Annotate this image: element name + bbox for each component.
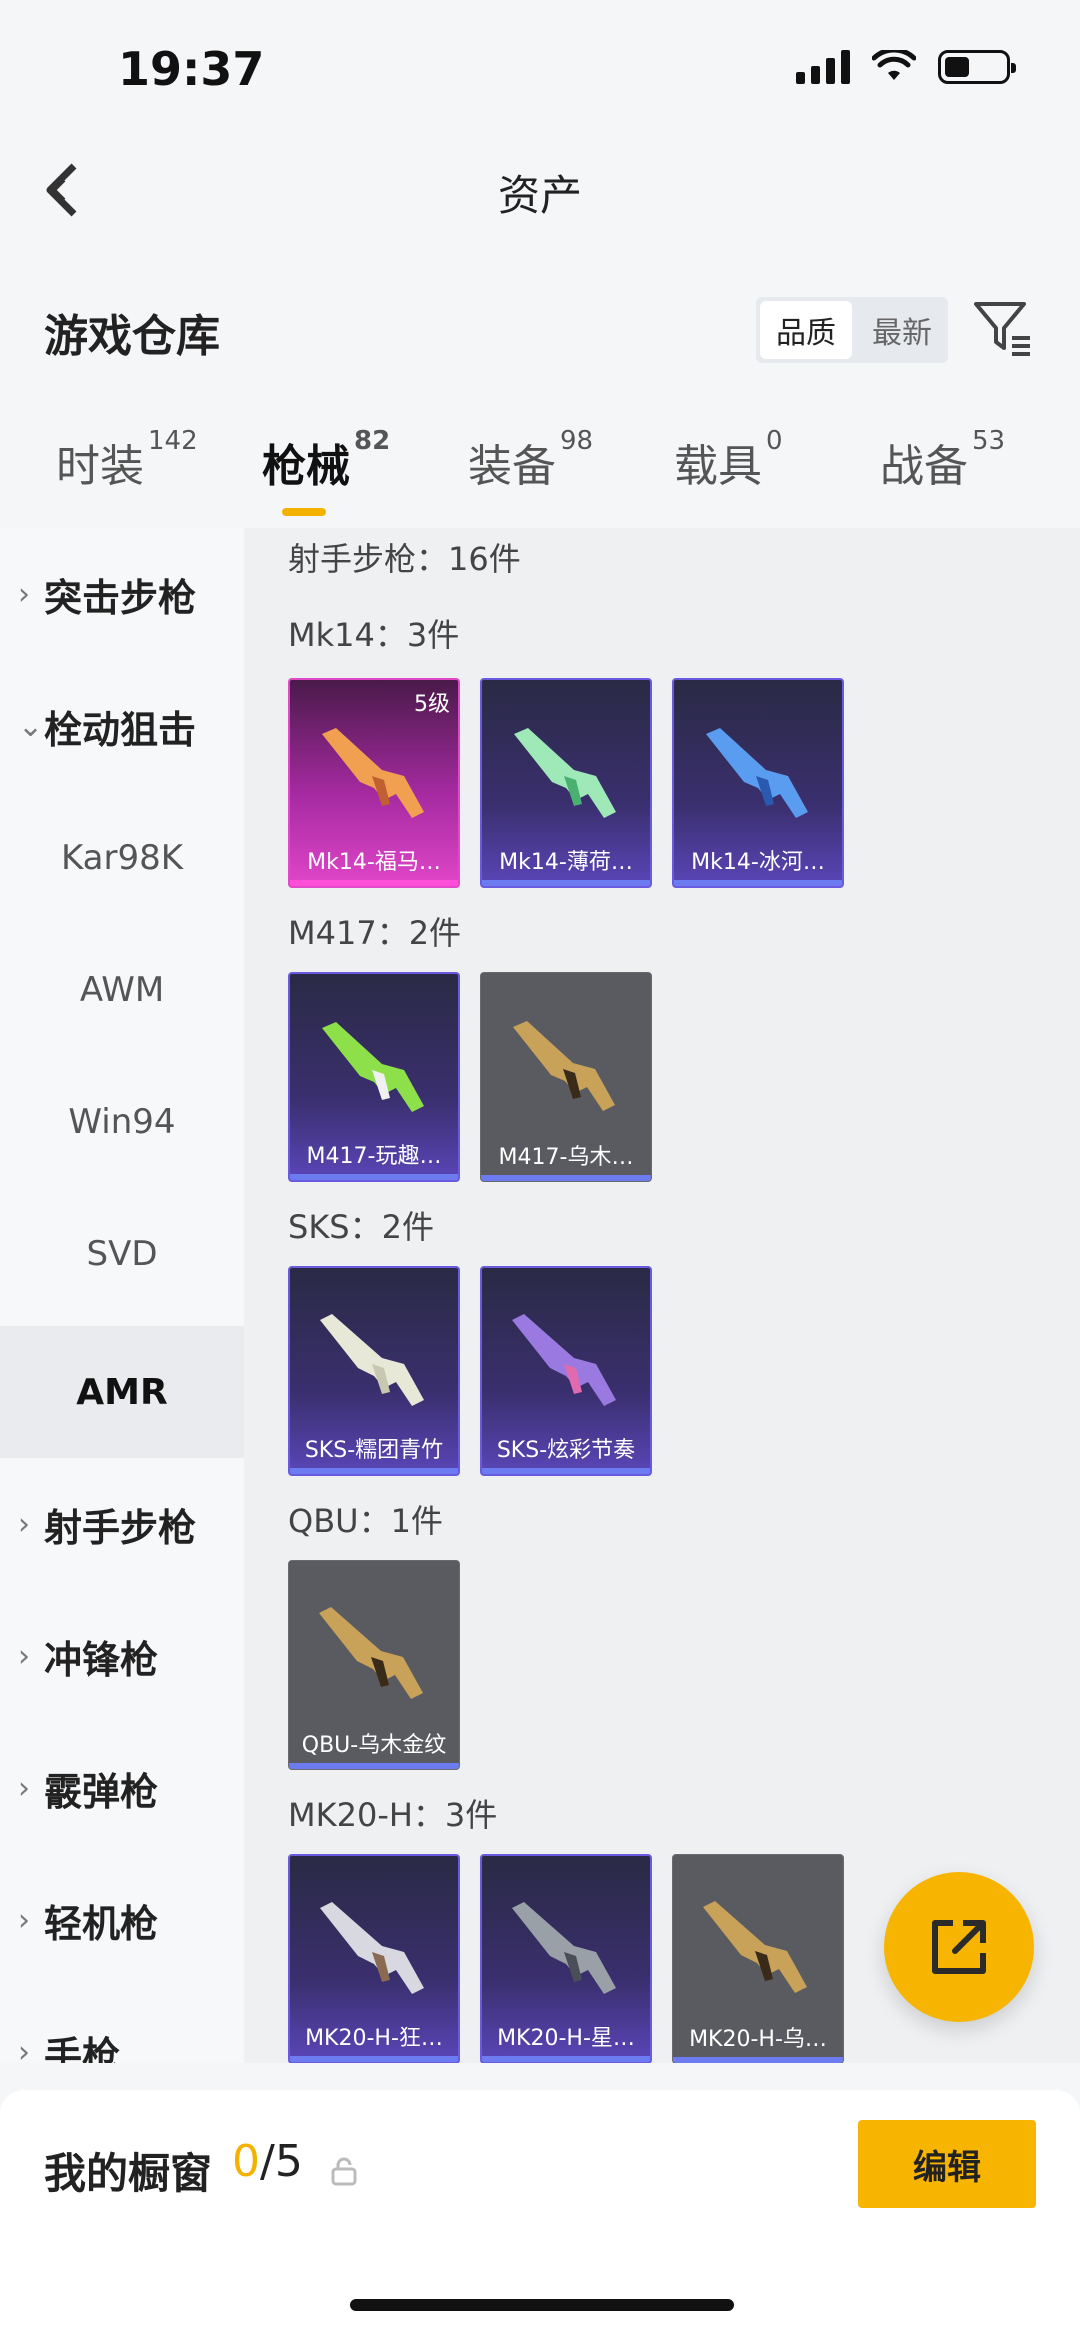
- sidebar-item-svd[interactable]: SVD: [0, 1188, 244, 1320]
- rifle-icon: [320, 1902, 424, 1994]
- group-title: SKS：2件: [288, 1208, 434, 1246]
- tab-vehicles[interactable]: 载具 0: [674, 426, 783, 494]
- lock-icon: [331, 2157, 357, 2186]
- status-time: 19:37: [118, 42, 265, 96]
- sidebar-item-awm[interactable]: AWM: [0, 924, 244, 1056]
- sidebar: › 突击步枪 ⌄ 栓动狙击 Kar98K AWM Win94 SVD AMR ›…: [0, 528, 244, 2063]
- edit-button[interactable]: 编辑: [858, 2120, 1036, 2208]
- chevron-right-icon: ›: [18, 1902, 30, 1938]
- item-card[interactable]: MK20-H-狂…: [288, 1854, 460, 2063]
- item-card[interactable]: M417-乌木…: [480, 972, 652, 1182]
- item-card[interactable]: M417-玩趣…: [288, 972, 460, 1182]
- item-card[interactable]: Mk14-冰河…: [672, 678, 844, 888]
- item-card[interactable]: SKS-糯团青竹: [288, 1266, 460, 1476]
- rifle-icon: [512, 1902, 616, 1994]
- status-icons: [796, 50, 1016, 84]
- item-card[interactable]: MK20-H-星…: [480, 1854, 652, 2063]
- sort-quality-button[interactable]: 品质: [760, 301, 852, 359]
- sidebar-item-bolt-sniper[interactable]: ⌄ 栓动狙击: [0, 660, 244, 792]
- signal-icon: [796, 50, 850, 84]
- chevron-right-icon: ›: [18, 1506, 30, 1542]
- chevron-right-icon: ›: [18, 2034, 30, 2064]
- tab-supplies[interactable]: 战备 53: [880, 426, 1005, 494]
- item-card[interactable]: QBU-乌木金纹: [288, 1560, 460, 1770]
- share-external-icon[interactable]: [884, 1872, 1034, 2022]
- sidebar-item-smg[interactable]: › 冲锋枪: [0, 1590, 244, 1722]
- sidebar-item-marksman-rifle[interactable]: › 射手步枪: [0, 1458, 244, 1590]
- status-bar: 19:37: [0, 0, 1080, 130]
- item-grid: 射手步枪：16件 Mk14：3件 5级 Mk14-福马… Mk14-薄荷… Mk…: [244, 528, 1080, 2063]
- rifle-icon: [703, 1901, 807, 1993]
- chevron-right-icon: ›: [18, 1638, 30, 1674]
- sort-toggle: 品质 最新: [756, 297, 948, 363]
- sidebar-item-assault-rifle[interactable]: › 突击步枪: [0, 528, 244, 660]
- rifle-icon: [322, 1022, 424, 1112]
- rifle-icon: [320, 1314, 424, 1406]
- group-title: MK20-H：3件: [288, 1796, 498, 1834]
- page-title: 资产: [497, 171, 582, 220]
- section-title: 游戏仓库: [44, 311, 220, 362]
- showcase-title: 我的橱窗: [44, 2149, 213, 2198]
- sidebar-item-shotgun[interactable]: › 霰弹枪: [0, 1722, 244, 1854]
- item-card[interactable]: MK20-H-乌…: [672, 1854, 844, 2063]
- rifle-icon: [706, 728, 808, 818]
- category-heading: 射手步枪：16件: [288, 540, 521, 578]
- sidebar-item-kar98k[interactable]: Kar98K: [0, 792, 244, 924]
- chevron-down-icon: ⌄: [18, 708, 44, 744]
- group-title: M417：2件: [288, 914, 462, 952]
- wifi-icon: [872, 50, 916, 80]
- chevron-right-icon: ›: [18, 576, 30, 612]
- tab-skins[interactable]: 时装 142: [56, 426, 198, 494]
- level-badge: 5级: [414, 692, 450, 717]
- battery-icon: [938, 50, 1016, 84]
- tab-guns[interactable]: 枪械 82: [262, 426, 390, 494]
- group-title: Mk14：3件: [288, 616, 460, 654]
- rifle-icon: [319, 1607, 423, 1699]
- sort-latest-button[interactable]: 最新: [856, 297, 948, 363]
- showcase-count: 0/5: [232, 2136, 303, 2187]
- rifle-icon: [322, 728, 424, 818]
- category-tabs: 时装 142 枪械 82 装备 98 载具 0 战备 53: [0, 426, 1080, 520]
- sidebar-item-win94[interactable]: Win94: [0, 1056, 244, 1188]
- rifle-icon: [514, 728, 616, 818]
- chevron-right-icon: ›: [18, 1770, 30, 1806]
- rifle-icon: [513, 1021, 615, 1111]
- home-indicator: [350, 2299, 734, 2311]
- tab-equipment[interactable]: 装备 98: [468, 426, 593, 494]
- item-card[interactable]: Mk14-薄荷…: [480, 678, 652, 888]
- tab-indicator: [282, 508, 326, 516]
- filter-icon[interactable]: [972, 298, 1034, 358]
- rifle-icon: [512, 1314, 616, 1406]
- sidebar-item-amr[interactable]: AMR: [0, 1326, 244, 1458]
- item-card[interactable]: 5级 Mk14-福马…: [288, 678, 460, 888]
- sidebar-item-pistol[interactable]: › 手枪: [0, 1986, 244, 2064]
- group-title: QBU：1件: [288, 1502, 443, 1540]
- item-card[interactable]: SKS-炫彩节奏: [480, 1266, 652, 1476]
- sidebar-item-lmg[interactable]: › 轻机枪: [0, 1854, 244, 1986]
